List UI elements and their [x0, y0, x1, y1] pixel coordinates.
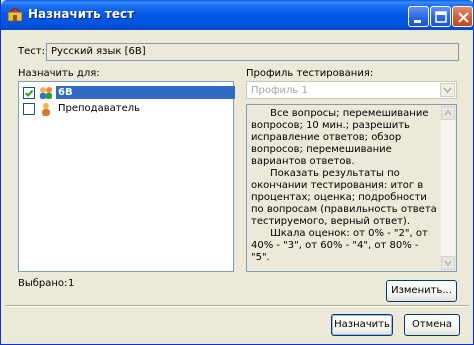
- cancel-button[interactable]: Отмена: [404, 314, 460, 336]
- profile-label: Профиль тестирования:: [246, 68, 374, 79]
- title-bar[interactable]: Назначить тест: [1, 0, 474, 30]
- tree-item-label: 6В: [56, 86, 235, 99]
- app-icon: [7, 7, 23, 22]
- checkmark-icon: [25, 89, 34, 98]
- assign-button[interactable]: Назначить: [331, 314, 393, 336]
- minimize-button[interactable]: [408, 6, 429, 27]
- profile-select[interactable]: Профиль 1: [246, 81, 457, 99]
- tree-item-label: Преподаватель: [58, 103, 141, 114]
- close-icon: [458, 12, 469, 23]
- chevron-up-icon: [444, 109, 452, 116]
- assign-label: Назначить для:: [18, 68, 100, 79]
- scrollbar[interactable]: [441, 106, 455, 270]
- checkbox-6v[interactable]: [23, 87, 35, 99]
- selected-count-value: 1: [68, 278, 75, 289]
- scroll-up-button[interactable]: [441, 106, 455, 120]
- chevron-down-icon: [444, 260, 452, 267]
- profile-dropdown-button[interactable]: [440, 83, 455, 97]
- group-icon: [40, 87, 52, 99]
- scroll-down-button[interactable]: [441, 256, 455, 270]
- maximize-icon: [435, 11, 447, 23]
- maximize-button[interactable]: [430, 6, 451, 27]
- profile-description-text: Все вопросы; перемешивание вопросов; 10 …: [251, 108, 437, 263]
- profile-select-value: Профиль 1: [251, 85, 308, 96]
- minimize-icon: [414, 20, 421, 23]
- close-button[interactable]: [452, 6, 473, 27]
- checkbox-teacher[interactable]: [23, 103, 35, 115]
- window-title: Назначить тест: [28, 7, 135, 21]
- change-button[interactable]: Изменить...: [386, 280, 457, 302]
- chevron-down-icon: [443, 87, 452, 94]
- selected-count-label: Выбрано:: [18, 278, 68, 289]
- assign-tree[interactable]: 6В Преподаватель: [18, 81, 235, 272]
- profile-description[interactable]: Все вопросы; перемешивание вопросов; 10 …: [246, 104, 457, 272]
- divider: [5, 305, 469, 307]
- test-label: Тест:: [18, 46, 45, 57]
- test-field: Русский язык [6В]: [46, 43, 459, 61]
- assign-test-dialog: Назначить тест Тест: Русский язык [6В] Н…: [0, 0, 474, 345]
- user-icon: [42, 103, 50, 116]
